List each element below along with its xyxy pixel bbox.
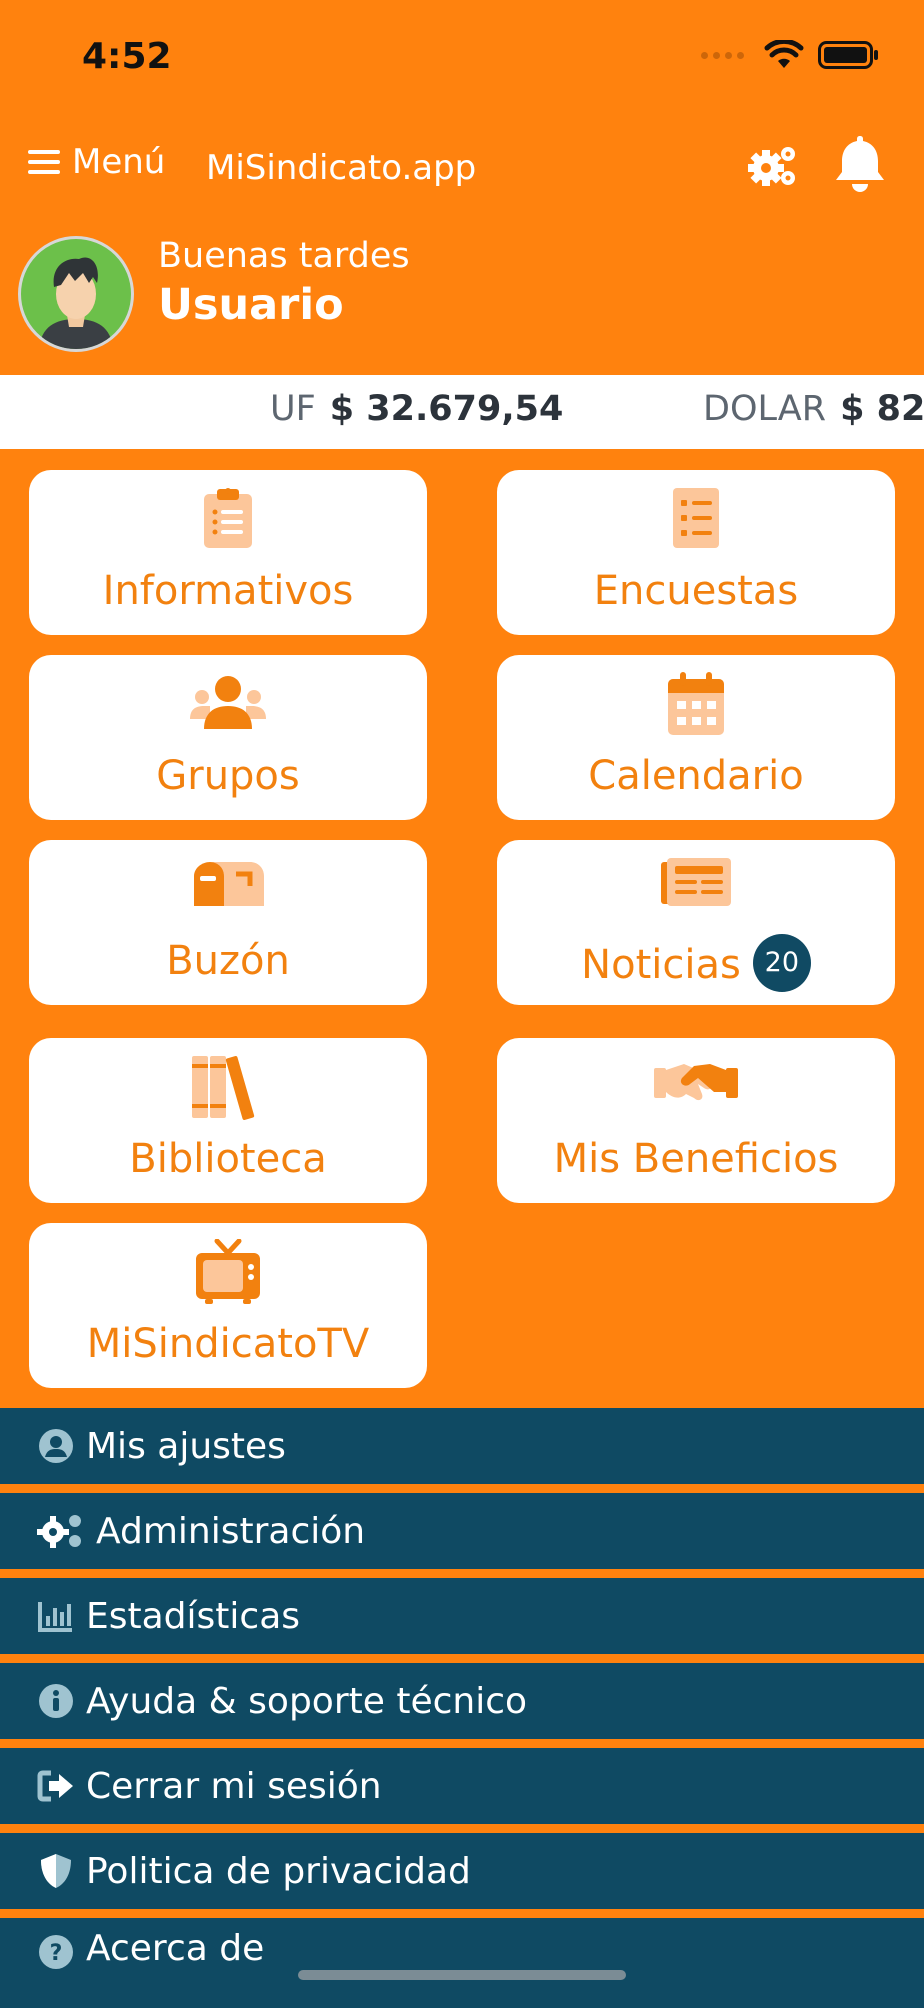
tile-noticias[interactable]: Noticias 20 — [497, 840, 895, 1005]
tile-informativos[interactable]: Informativos — [29, 470, 427, 635]
tile-label-text: Buzón — [166, 938, 290, 984]
tile-label: Informativos — [102, 568, 354, 614]
survey-list-icon — [673, 488, 719, 548]
menu-item-label: Politica de privacidad — [86, 1850, 471, 1892]
status-time: 4:52 — [82, 36, 172, 77]
books-icon — [192, 1056, 255, 1120]
tile-mis-beneficios[interactable]: Mis Beneficios — [497, 1038, 895, 1203]
menu-item-label: Estadísticas — [86, 1595, 301, 1637]
tile-encuestas[interactable]: Encuestas — [497, 470, 895, 635]
tile-label: Encuestas — [593, 568, 799, 614]
menu-label: Menú — [72, 142, 166, 182]
menu-item-ayuda[interactable]: Ayuda & soporte técnico — [0, 1663, 924, 1739]
avatar[interactable] — [18, 236, 134, 352]
tile-label: Grupos — [156, 753, 300, 799]
menu-item-privacidad[interactable]: Politica de privacidad — [0, 1833, 924, 1909]
app-title: MiSindicato.app — [206, 148, 477, 188]
battery-icon — [818, 41, 878, 69]
menu-item-estadisticas[interactable]: Estadísticas — [0, 1578, 924, 1654]
home-indicator[interactable] — [298, 1970, 626, 1980]
indicators-ticker: UF $ 32.679,54 DOLAR $ 82 — [0, 375, 924, 449]
side-menu-list: Mis ajustes Administración Estadísticas … — [0, 1408, 924, 2008]
status-bar: 4:52 — [0, 0, 924, 118]
ticker-value: $ 82 — [840, 389, 924, 429]
tile-label: Calendario — [588, 753, 804, 799]
settings-button[interactable] — [746, 142, 800, 194]
tile-label-text: Noticias — [581, 942, 741, 988]
ticker-label: UF — [270, 389, 316, 429]
menu-item-label: Cerrar mi sesión — [86, 1765, 382, 1807]
wifi-icon — [764, 40, 804, 68]
sign-out-icon — [37, 1770, 73, 1802]
user-avatar-icon — [39, 257, 113, 349]
menu-button[interactable]: Menú — [26, 142, 165, 182]
menu-item-label: Acerca de — [86, 1928, 265, 1969]
tile-biblioteca[interactable]: Biblioteca — [29, 1038, 427, 1203]
gears-icon — [37, 1515, 81, 1548]
ticker-item-dolar: DOLAR $ 82 — [703, 389, 924, 429]
greeting-header: Buenas tardes Usuario — [18, 236, 898, 356]
clipboard-icon — [204, 488, 252, 548]
bar-chart-icon — [38, 1602, 72, 1632]
calendar-icon — [668, 672, 724, 735]
cellular-signal-icon — [701, 51, 744, 59]
users-group-icon — [190, 676, 266, 729]
user-circle-icon — [39, 1429, 73, 1463]
tile-misindicatotv[interactable]: MiSindicatoTV — [29, 1223, 427, 1388]
gears-icon — [748, 147, 795, 186]
ticker-value: $ 32.679,54 — [329, 389, 564, 429]
notifications-button[interactable] — [832, 132, 888, 198]
user-name: Usuario — [158, 280, 344, 330]
svg-text:?: ? — [50, 1941, 63, 1966]
tv-icon — [196, 1239, 260, 1304]
hamburger-icon — [28, 150, 60, 174]
notification-badge: 20 — [752, 934, 811, 992]
menu-item-label: Mis ajustes — [86, 1425, 286, 1467]
status-indicators — [701, 40, 880, 70]
bell-icon — [836, 136, 884, 192]
menu-item-mis-ajustes[interactable]: Mis ajustes — [0, 1408, 924, 1484]
ticker-label: DOLAR — [703, 389, 827, 429]
shield-icon — [41, 1854, 71, 1888]
menu-item-acerca-de[interactable]: ? Acerca de — [0, 1918, 924, 2008]
menu-item-administracion[interactable]: Administración — [0, 1493, 924, 1569]
tile-label: Biblioteca — [129, 1136, 327, 1182]
tile-label: MiSindicatoTV — [86, 1321, 370, 1367]
question-icon: ? — [39, 1935, 73, 1969]
tile-label: Noticias 20 — [497, 934, 895, 996]
tile-grupos[interactable]: Grupos — [29, 655, 427, 820]
tile-calendario[interactable]: Calendario — [497, 655, 895, 820]
greeting-text: Buenas tardes — [158, 236, 410, 276]
menu-item-label: Administración — [96, 1510, 366, 1552]
info-icon — [39, 1684, 73, 1718]
tile-label: Buzón — [29, 938, 427, 984]
nav-bar: Menú MiSindicato.app — [0, 118, 924, 218]
handshake-icon — [654, 1064, 738, 1101]
ticker-item-uf: UF $ 32.679,54 — [270, 389, 563, 429]
newspaper-icon — [661, 858, 731, 906]
mailbox-icon — [194, 862, 264, 906]
tile-label: Mis Beneficios — [553, 1136, 839, 1182]
tile-buzon[interactable]: Buzón — [29, 840, 427, 1005]
menu-item-label: Ayuda & soporte técnico — [86, 1680, 528, 1722]
menu-item-cerrar-sesion[interactable]: Cerrar mi sesión — [0, 1748, 924, 1824]
